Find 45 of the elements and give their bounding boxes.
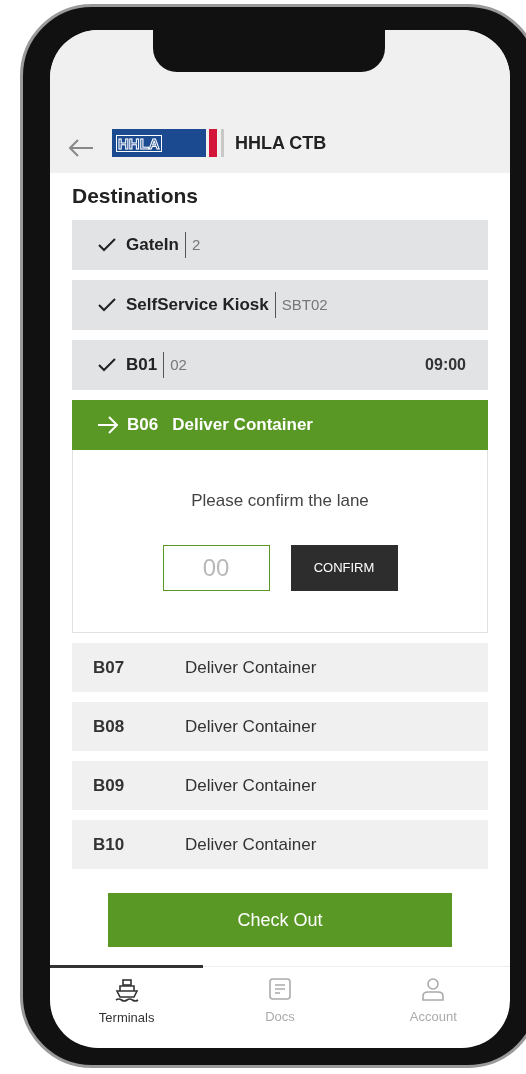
destination-detail: 02 [170, 354, 187, 375]
active-destination-header[interactable]: B06 Deliver Container [72, 400, 488, 450]
destination-code: B06 [127, 414, 159, 437]
tab-label: Docs [265, 1008, 295, 1026]
destination-title: Deliver Container [185, 833, 317, 856]
destination-code: B07 [93, 656, 126, 679]
person-icon [421, 977, 446, 1001]
confirm-button[interactable]: CONFIRM [290, 544, 398, 591]
pending-destination-row[interactable]: B10 Deliver Container [72, 820, 488, 869]
completed-destination-row[interactable]: GateIn 2 [72, 220, 488, 270]
pending-destination-row[interactable]: B07 Deliver Container [72, 643, 488, 692]
destination-detail: 2 [191, 234, 201, 255]
check-icon [97, 237, 117, 253]
header-title: HHLA CTB [235, 132, 327, 155]
completed-destination-row[interactable]: B01 02 09:00 [72, 340, 488, 390]
destination-name: B01 [126, 354, 158, 377]
pending-destination-row[interactable]: B09 Deliver Container [72, 761, 488, 810]
ship-icon [113, 978, 140, 1002]
destination-title: Deliver Container [172, 414, 313, 437]
check-out-button[interactable]: Check Out [108, 893, 452, 947]
destination-name: GateIn [126, 234, 179, 257]
destination-title: Deliver Container [185, 715, 317, 738]
document-icon [268, 977, 292, 1001]
lane-input-field[interactable]: 00 [162, 544, 270, 591]
pending-destination-row[interactable]: B08 Deliver Container [72, 702, 488, 751]
logo-text: HHLA [116, 134, 162, 152]
tab-bar-item[interactable]: Terminals [50, 965, 204, 1048]
back-arrow-icon[interactable] [68, 139, 94, 157]
destination-name: SelfService Kiosk [126, 294, 269, 317]
tab-label: Terminals [98, 1009, 155, 1027]
completed-destination-row[interactable]: SelfService Kiosk SBT02 [72, 280, 488, 330]
confirm-prompt: Please confirm the lane [191, 490, 369, 512]
check-icon [97, 297, 117, 313]
destination-code: B08 [93, 715, 126, 738]
destination-time: 09:00 [425, 355, 466, 375]
arrow-right-icon [97, 416, 119, 434]
tab-label: Account [409, 1008, 457, 1026]
destination-detail: SBT02 [281, 294, 328, 315]
destination-title: Deliver Container [185, 656, 317, 679]
logo-stripe [209, 129, 217, 157]
check-icon [97, 357, 117, 373]
destination-code: B10 [93, 833, 126, 856]
section-title: Destinations [72, 183, 200, 209]
destination-code: B09 [93, 774, 126, 797]
destination-title: Deliver Container [185, 774, 317, 797]
